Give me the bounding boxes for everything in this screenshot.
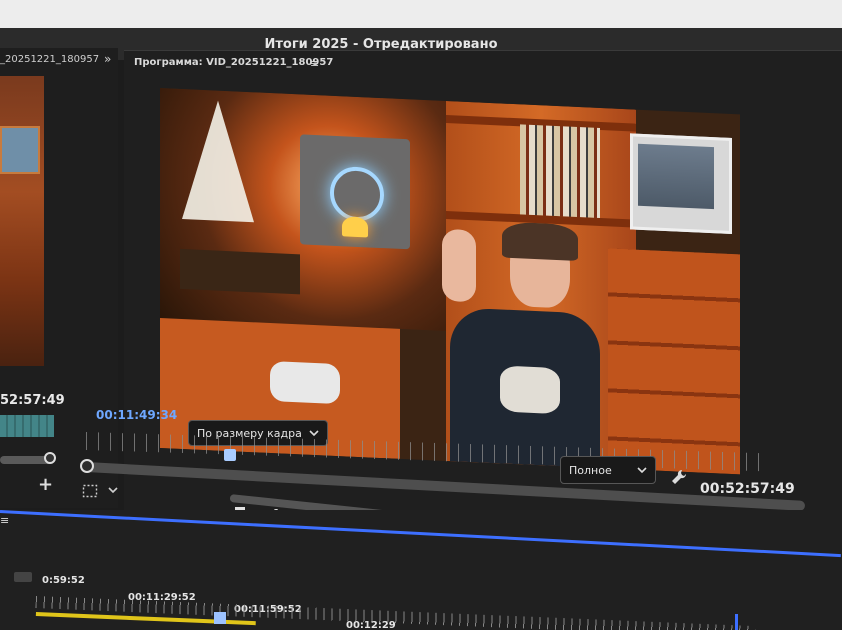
timeline-time-label: 0:59:52 — [42, 575, 85, 586]
video-table — [180, 248, 300, 295]
panel-overflow-chevrons-icon[interactable]: » — [104, 52, 111, 66]
safe-margins-icon[interactable] — [82, 484, 98, 501]
monitor-screen: Итоги 2025 - Отредактировано _20251221_1… — [0, 0, 842, 630]
panel-menu-icon[interactable]: ≡ — [310, 57, 319, 70]
video-vr-headset — [270, 360, 340, 405]
timeline-menu-icon[interactable]: ≡ — [0, 514, 9, 527]
nest-toggle-icon[interactable] — [14, 572, 32, 582]
program-panel-title[interactable]: Программа: VID_20251221_180957 — [134, 57, 333, 68]
zoom-scroll-handle-left[interactable] — [80, 459, 94, 473]
source-scrub-handle[interactable] — [44, 452, 56, 464]
playback-resolution-value: Полное — [569, 463, 612, 477]
video-christmas-tree — [182, 98, 254, 223]
chevron-down-icon[interactable] — [108, 486, 118, 497]
video-monitor-screen — [638, 143, 714, 210]
source-preview — [0, 76, 44, 366]
playhead[interactable] — [224, 449, 236, 461]
video-fire — [342, 216, 368, 238]
duration-timecode: 00:52:57:49 — [700, 481, 795, 497]
source-timecode: 52:57:49 — [0, 393, 65, 408]
preview-frame — [0, 126, 40, 174]
source-audio-bar — [0, 415, 54, 437]
source-tab[interactable]: _20251221_180957 — [0, 50, 100, 70]
current-timecode[interactable]: 00:11:49:34 — [96, 408, 177, 422]
chevron-down-icon — [309, 430, 319, 437]
timeline-edge-marker — [735, 614, 738, 630]
source-add-button[interactable]: + — [38, 474, 53, 495]
chevron-down-icon — [637, 467, 647, 474]
video-shirt-print — [500, 365, 560, 415]
monitor-bezel — [0, 0, 842, 28]
video-drawers — [608, 248, 740, 475]
video-person-hair — [502, 221, 578, 261]
program-video-frame[interactable] — [160, 88, 740, 475]
video-books — [520, 124, 600, 218]
video-person-hand — [442, 228, 476, 303]
timeline-playhead[interactable] — [214, 612, 226, 624]
playback-resolution-select[interactable]: Полное — [560, 456, 656, 484]
wrench-icon[interactable] — [670, 468, 688, 490]
